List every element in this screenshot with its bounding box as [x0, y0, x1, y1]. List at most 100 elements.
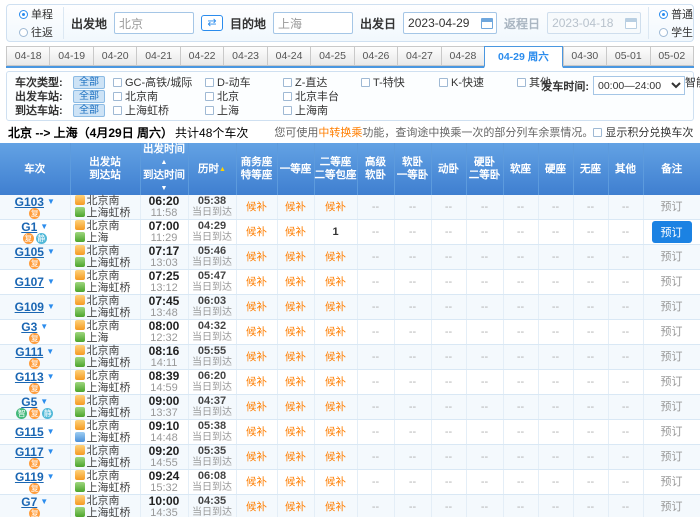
arrival-station-name: 上海虹桥 [87, 432, 131, 444]
expand-caret-icon[interactable]: ▼ [47, 447, 55, 456]
trip-type-radio-icon[interactable] [19, 10, 28, 19]
date-tab-04-25[interactable]: 04-25 [310, 46, 353, 66]
remark-cell: 预订 [643, 395, 700, 420]
swap-stations-icon[interactable]: ⇄ [201, 15, 223, 31]
expand-caret-icon[interactable]: ▼ [47, 372, 55, 381]
date-tab-04-28[interactable]: 04-28 [441, 46, 484, 66]
departure-station-icon [75, 395, 85, 405]
train-link[interactable]: G111 [15, 345, 43, 359]
stations-cell: 北京南上海虹桥 [70, 195, 140, 220]
expand-caret-icon[interactable]: ▼ [46, 347, 54, 356]
train-link[interactable]: G1 [21, 220, 37, 234]
checkbox-icon[interactable] [205, 92, 214, 101]
checkbox-icon[interactable] [517, 78, 526, 87]
date-tab-04-30[interactable]: 04-30 [563, 46, 606, 66]
no-seat-dash: -- [517, 276, 524, 288]
train-link[interactable]: G113 [15, 370, 44, 384]
expand-caret-icon[interactable]: ▼ [40, 397, 48, 406]
train-row-G1: G1▼复静北京南上海07:0011:2904:29当日到达候补候补1------… [0, 220, 700, 245]
filter-option-上海虹桥[interactable]: 上海虹桥 [113, 102, 205, 118]
sort-icon[interactable]: ▲ [219, 166, 226, 173]
filter-option-上海南[interactable]: 上海南 [283, 102, 361, 118]
no-seat-dash: -- [552, 326, 559, 338]
seat-cell: -- [394, 195, 431, 220]
filter-option-K-快速[interactable]: K-快速 [439, 74, 517, 90]
seat-cell: -- [431, 270, 466, 295]
date-tab-04-19[interactable]: 04-19 [49, 46, 92, 66]
date-tab-04-22[interactable]: 04-22 [180, 46, 223, 66]
train-link[interactable]: G5 [21, 395, 37, 409]
from-input[interactable] [114, 12, 194, 34]
passenger-type-radio-icon[interactable] [659, 10, 668, 19]
summary-checkbox-显示积分兑换车次[interactable]: 显示积分兑换车次 [593, 124, 693, 140]
expand-caret-icon[interactable]: ▼ [47, 277, 55, 286]
expand-caret-icon[interactable]: ▼ [40, 222, 48, 231]
train-link[interactable]: G109 [15, 300, 44, 314]
checkbox-icon[interactable] [205, 78, 214, 87]
expand-caret-icon[interactable]: ▼ [47, 247, 55, 256]
expand-caret-icon[interactable]: ▼ [47, 427, 55, 436]
filter-option-T-特快[interactable]: T-特快 [361, 74, 439, 90]
date-tab-04-29[interactable]: 04-29 周六 [484, 46, 562, 68]
seat-cell: 候补 [236, 270, 277, 295]
expand-caret-icon[interactable]: ▼ [47, 302, 55, 311]
filter-all-button[interactable]: 全部 [73, 104, 105, 117]
date-tab-04-24[interactable]: 04-24 [267, 46, 310, 66]
checkbox-icon[interactable] [283, 106, 292, 115]
sort-icon[interactable]: ▼ [161, 185, 168, 192]
checkbox-icon[interactable] [113, 78, 122, 87]
trip-type-radio-icon[interactable] [19, 28, 28, 37]
train-row-G113: G113▼复北京南上海虹桥08:3914:5906:20当日到达候补候补候补--… [0, 370, 700, 395]
train-link[interactable]: G107 [15, 275, 44, 289]
train-link[interactable]: G119 [15, 470, 44, 484]
checkbox-icon[interactable] [439, 78, 448, 87]
book-button[interactable]: 预订 [652, 221, 692, 243]
train-link[interactable]: G7 [21, 495, 37, 509]
date-tab-04-23[interactable]: 04-23 [223, 46, 266, 66]
checkbox-icon[interactable] [113, 92, 122, 101]
calendar-icon[interactable] [481, 18, 493, 29]
date-tab-04-26[interactable]: 04-26 [354, 46, 397, 66]
date-tab-04-20[interactable]: 04-20 [93, 46, 136, 66]
train-link[interactable]: G105 [15, 245, 44, 259]
passenger-type-学生[interactable]: 学生 [659, 24, 693, 40]
date-tab-04-18[interactable]: 04-18 [6, 46, 49, 66]
date-tab-05-02[interactable]: 05-02 [650, 46, 694, 66]
badge-复-icon: 复 [29, 258, 40, 269]
expand-caret-icon[interactable]: ▼ [40, 497, 48, 506]
to-input[interactable] [273, 12, 353, 34]
checkbox-icon[interactable] [361, 78, 370, 87]
depart-time-select[interactable]: 00:00—24:00 [593, 76, 685, 95]
checkbox-icon[interactable] [205, 106, 214, 115]
filter-all-button[interactable]: 全部 [73, 90, 105, 103]
trip-type-单程[interactable]: 单程 [19, 6, 53, 22]
date-tab-04-27[interactable]: 04-27 [397, 46, 440, 66]
checkbox-icon[interactable] [283, 92, 292, 101]
date-tab-04-21[interactable]: 04-21 [136, 46, 179, 66]
checkbox-icon[interactable] [113, 106, 122, 115]
date-tab-05-01[interactable]: 05-01 [606, 46, 649, 66]
train-link[interactable]: G115 [15, 425, 44, 439]
checkbox-icon[interactable] [283, 78, 292, 87]
train-link[interactable]: G103 [15, 195, 44, 209]
train-link[interactable]: G3 [21, 320, 37, 334]
transfer-link[interactable]: 中转换乘 [318, 127, 362, 139]
passenger-type-radio-icon[interactable] [659, 28, 668, 37]
filter-option-上海[interactable]: 上海 [205, 102, 283, 118]
trip-type-往返[interactable]: 往返 [19, 24, 53, 40]
no-seat-dash: -- [622, 351, 629, 363]
column-header-出发时间[interactable]: 出发时间▲到达时间▼ [140, 143, 188, 195]
column-header-历时[interactable]: 历时▲ [188, 143, 236, 195]
no-seat-dash: -- [372, 351, 379, 363]
expand-caret-icon[interactable]: ▼ [47, 472, 55, 481]
checkbox-icon[interactable] [593, 128, 602, 137]
sort-icon[interactable]: ▲ [161, 159, 168, 166]
train-badges: 复 [0, 483, 70, 494]
filter-all-button[interactable]: 全部 [73, 76, 105, 89]
passenger-type-普通[interactable]: 普通 [659, 6, 693, 22]
expand-caret-icon[interactable]: ▼ [40, 322, 48, 331]
expand-caret-icon[interactable]: ▼ [47, 197, 55, 206]
train-row-G7: G7▼复北京南上海虹桥10:0014:3504:35当日到达候补候补候补----… [0, 495, 700, 517]
train-link[interactable]: G117 [15, 445, 44, 459]
duration: 05:46 [189, 245, 236, 257]
